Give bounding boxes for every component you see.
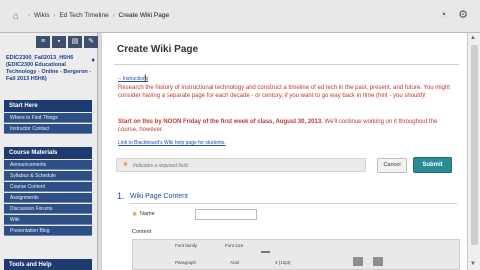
required-star-icon: ✱ <box>123 162 129 168</box>
required-star-icon: ✱ <box>132 212 138 218</box>
main-content: Create Wiki Page -- Instructions I Resea… <box>101 33 467 270</box>
grid-icon[interactable]: ▤ <box>68 36 82 48</box>
required-field-note: ✱ Indicates a required field. <box>116 158 366 172</box>
paragraph-select[interactable]: Paragraph <box>175 260 196 265</box>
sidebar-item-presentation-blog[interactable]: Presentation Blog <box>4 226 92 236</box>
scroll-down-icon[interactable]: ▼ <box>470 261 476 267</box>
breadcrumb-item-wikis[interactable]: Wikis <box>34 12 50 19</box>
page-scrollbar[interactable]: ▲ ▼ <box>467 33 480 270</box>
sidebar-toggle-icon[interactable]: ≡ <box>36 36 50 48</box>
content-label: Content <box>132 229 152 235</box>
breadcrumb: › Wikis › Ed Tech Timeline › Create Wiki… <box>28 12 171 19</box>
breadcrumb-item-current: Create Wiki Page <box>118 12 170 19</box>
scroll-thumb[interactable] <box>471 45 478 245</box>
breadcrumb-separator-icon: › <box>53 12 56 19</box>
home-icon[interactable]: ⌂ <box>13 12 23 22</box>
content-editor-toolbar: Font family Font size Paragraph Arial 3 … <box>132 239 460 270</box>
required-note-text: Indicates a required field. <box>133 163 189 169</box>
font-family-select[interactable]: Arial <box>230 260 239 265</box>
sidebar-item-where-to-find-things[interactable]: Where to Find Things <box>4 113 92 123</box>
section-title: Wiki Page Content <box>130 193 188 200</box>
breadcrumb-separator-icon: › <box>28 12 31 19</box>
sidebar-item-announcements[interactable]: Announcements <box>4 160 92 170</box>
start-deadline-text: Start on this by NOON Friday of the firs… <box>118 118 458 134</box>
mouse-cursor-icon: I <box>144 73 147 83</box>
menu-header-start-here[interactable]: Start Here <box>4 100 92 112</box>
sidebar-item-assignments[interactable]: Assignments <box>4 193 92 203</box>
menu-header-tools-and-help[interactable]: Tools and Help <box>4 259 92 270</box>
highlight-color-icon[interactable] <box>373 257 383 266</box>
font-family-label[interactable]: Font family <box>175 243 197 248</box>
sidebar-toolbar: ≡ ▪ ▤ ✎ <box>36 36 98 48</box>
title-divider <box>114 64 459 65</box>
submit-button[interactable]: Submit <box>413 157 452 173</box>
cancel-button[interactable]: Cancel <box>377 158 407 173</box>
breadcrumb-separator-icon: › <box>112 12 115 19</box>
name-field[interactable] <box>195 209 257 220</box>
help-icon[interactable]: ◔ <box>436 8 450 22</box>
course-sidebar: ≡ ▪ ▤ ✎ EDIC2300_Fall2013_H5H6 (EDIC2300… <box>0 33 98 270</box>
start-deadline-bold: Start on this by NOON Friday of the firs… <box>118 119 323 125</box>
toolbar-divider-icon <box>261 251 270 253</box>
section-divider <box>130 203 457 204</box>
scroll-up-icon[interactable]: ▲ <box>470 35 476 41</box>
name-label: Name <box>140 211 155 217</box>
breadcrumb-item-ed-tech-timeline[interactable]: Ed Tech Timeline <box>59 12 108 19</box>
sidebar-item-discussion-forums[interactable]: Discussion Forums <box>4 204 92 214</box>
font-size-label[interactable]: Font size <box>225 243 243 248</box>
menu-header-course-materials[interactable]: Course Materials <box>4 147 92 159</box>
sidebar-item-instructor-contact[interactable]: Instructor Contact <box>4 124 92 134</box>
top-bar: ⌂ › Wikis › Ed Tech Timeline › Create Wi… <box>0 0 480 33</box>
section-number: 1. <box>117 191 125 201</box>
font-size-select[interactable]: 3 (12pt) <box>275 260 291 265</box>
sidebar-item-course-content[interactable]: Course Content <box>4 182 92 192</box>
course-menu-icon[interactable]: ♦ <box>91 57 95 64</box>
settings-icon[interactable]: ⚙ <box>456 8 470 22</box>
sidebar-item-wiki[interactable]: Wiki <box>4 215 92 225</box>
folder-icon[interactable]: ▪ <box>52 36 66 48</box>
instructions-text: Research the history of instructional te… <box>118 85 450 99</box>
edit-icon[interactable]: ✎ <box>84 36 98 48</box>
sidebar-item-syllabus-schedule[interactable]: Syllabus & Schedule <box>4 171 92 181</box>
course-title[interactable]: EDIC2300_Fall2013_H5H6 (EDIC2300 Educati… <box>6 55 94 83</box>
wiki-help-link[interactable]: Link to Blackboard's Wiki help page for … <box>118 140 226 146</box>
text-color-icon[interactable] <box>353 257 363 266</box>
page-title: Create Wiki Page <box>117 44 199 55</box>
